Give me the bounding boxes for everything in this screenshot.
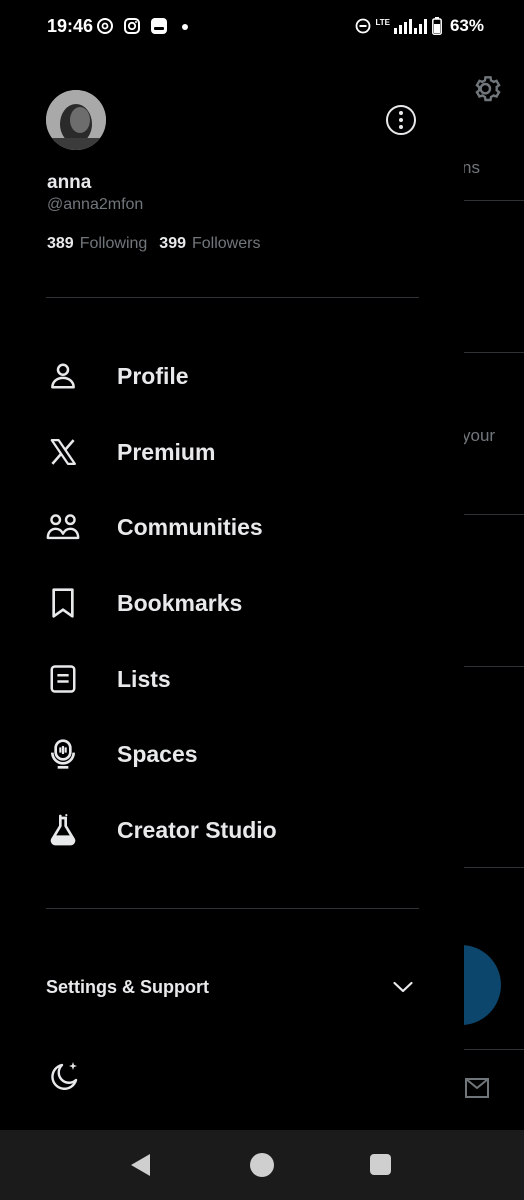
messages-icon[interactable] (464, 1077, 490, 1099)
spaces-icon (46, 737, 80, 771)
following-label[interactable]: Following (80, 235, 148, 253)
menu-item-label: Premium (117, 438, 216, 465)
avatar-photo (46, 90, 106, 150)
menu-item-premium[interactable]: Premium (46, 422, 419, 482)
divider (46, 908, 419, 909)
recent-apps-icon[interactable] (370, 1154, 391, 1175)
settings-gear-icon[interactable] (472, 74, 504, 106)
status-time: 19:46 (47, 16, 94, 36)
do-not-disturb-icon (356, 18, 371, 34)
instagram-icon (124, 18, 140, 34)
background-divider (462, 1049, 524, 1050)
profile-handle: @anna2mfon (47, 196, 144, 213)
x-logo-icon (46, 435, 80, 469)
network-type: LTE (375, 18, 390, 27)
divider (46, 297, 419, 298)
menu-item-label: Creator Studio (117, 816, 277, 843)
menu-item-label: Profile (117, 362, 189, 389)
home-icon[interactable] (250, 1153, 274, 1177)
background-divider (462, 352, 524, 353)
menu-item-communities[interactable]: Communities (46, 497, 419, 557)
menu-item-creator-studio[interactable]: Creator Studio (46, 800, 419, 860)
menu-item-label: Bookmarks (117, 589, 243, 616)
menu-item-bookmarks[interactable]: Bookmarks (46, 573, 419, 633)
following-count[interactable]: 389 (47, 235, 74, 253)
app-notification-icon (151, 18, 167, 34)
menu-item-spaces[interactable]: Spaces (46, 724, 419, 784)
menu-item-lists[interactable]: Lists (46, 649, 419, 709)
more-options-button[interactable] (386, 105, 416, 135)
bookmark-icon (46, 586, 80, 620)
list-icon (46, 662, 80, 696)
communities-icon (46, 510, 80, 544)
menu-item-label: Spaces (117, 740, 198, 767)
display-mode-moon-icon[interactable] (46, 1060, 82, 1096)
background-divider (462, 200, 524, 201)
follow-stats: 389 Following 399 Followers (47, 235, 266, 253)
settings-support-toggle[interactable]: Settings & Support (46, 962, 419, 1012)
background-divider (462, 666, 524, 667)
system-navigation-bar (0, 1130, 524, 1200)
navigation-drawer: anna @anna2mfon 389 Following 399 Follow… (0, 52, 464, 1130)
person-icon (46, 359, 80, 393)
settings-support-label: Settings & Support (46, 976, 209, 997)
flask-icon (46, 813, 80, 847)
battery-percent: 63% (449, 16, 484, 35)
status-bar: 19:46 LTE 63% (0, 0, 524, 52)
menu-item-label: Lists (117, 665, 171, 692)
background-partial-text: your (462, 426, 496, 445)
profile-name[interactable]: anna (47, 172, 91, 194)
back-icon[interactable] (129, 1153, 153, 1177)
avatar[interactable] (46, 90, 106, 150)
chevron-down-icon (393, 981, 413, 993)
background-partial-text: ns (462, 158, 480, 177)
battery-icon (432, 17, 442, 35)
signal-icon (393, 19, 427, 34)
background-divider (462, 514, 524, 515)
menu-item-label: Communities (117, 513, 263, 540)
followers-count[interactable]: 399 (159, 235, 186, 253)
threads-icon (97, 18, 113, 34)
status-right: LTE 63% (355, 16, 484, 36)
background-divider (462, 867, 524, 868)
followers-label[interactable]: Followers (192, 235, 260, 253)
menu-item-profile[interactable]: Profile (46, 346, 419, 406)
more-notifications-dot (182, 24, 188, 30)
